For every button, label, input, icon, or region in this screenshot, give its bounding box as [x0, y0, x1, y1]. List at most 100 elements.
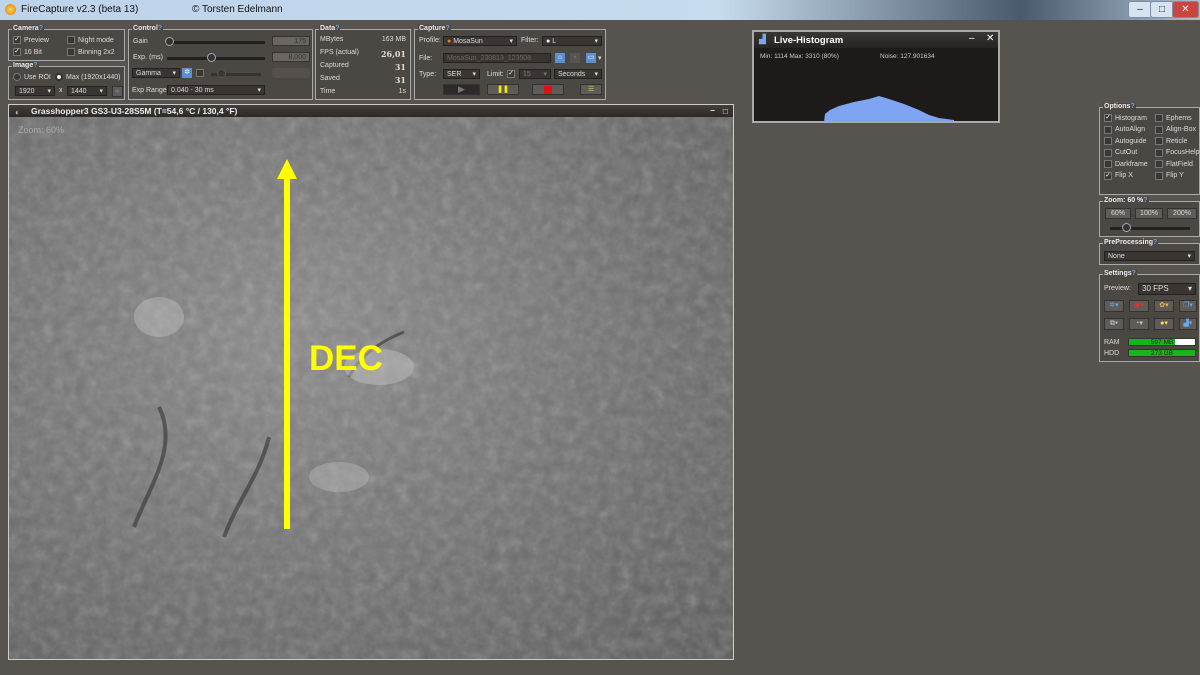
checkbox-icon[interactable]	[1155, 148, 1163, 157]
close-icon[interactable]: ✕	[986, 33, 994, 44]
help-icon[interactable]: ?	[1132, 270, 1136, 277]
help-icon[interactable]: ?	[33, 62, 37, 69]
close-button[interactable]: ✕	[1172, 1, 1199, 18]
info-button[interactable]: ❐▾	[1179, 300, 1197, 312]
option-flip-y-checkbox[interactable]: Flip Y	[1155, 171, 1184, 180]
checkbox-icon[interactable]	[1104, 160, 1112, 168]
trash-icon[interactable]: ▪	[570, 53, 580, 63]
maximize-button[interactable]: □	[1150, 1, 1174, 18]
use-roi-radio[interactable]: Use ROI	[13, 73, 51, 81]
gamma-input[interactable]	[272, 68, 310, 78]
preview-fps-select[interactable]: 30 FPS ▾	[1138, 283, 1196, 295]
gain-slider-handle[interactable]	[165, 37, 174, 46]
help-icon[interactable]: ?	[1143, 197, 1147, 204]
gain-input[interactable]: 175	[272, 36, 310, 46]
minimize-button[interactable]: –	[1128, 1, 1152, 18]
help-icon[interactable]: ?	[39, 25, 43, 32]
stop-button[interactable]	[532, 84, 564, 95]
limit-unit-select[interactable]: Seconds ▾	[554, 69, 602, 79]
checkbox-icon[interactable]	[1155, 171, 1163, 180]
light-button[interactable]: ●▾	[1154, 318, 1174, 330]
checkbox-icon[interactable]	[1104, 125, 1112, 134]
exposure-input[interactable]: 8,000	[272, 52, 310, 62]
preprocessing-select[interactable]: None ▾	[1104, 251, 1195, 261]
option-focushelp-checkbox[interactable]: FocusHelp	[1155, 148, 1199, 157]
folder-icon[interactable]: ▭	[586, 53, 596, 63]
option-autoalign-checkbox[interactable]: AutoAlign	[1104, 125, 1145, 134]
exposure-slider[interactable]	[167, 53, 265, 62]
histogram-button[interactable]: ▟▾	[1179, 318, 1197, 330]
radio-icon[interactable]	[55, 73, 63, 81]
limit-select[interactable]: 15 ▾	[519, 69, 551, 79]
option-autoguide-checkbox[interactable]: Autoguide	[1104, 137, 1147, 145]
help-icon[interactable]: ?	[1130, 103, 1134, 110]
minimize-icon[interactable]: –	[969, 33, 975, 44]
option-flatfield-checkbox[interactable]: FlatField	[1155, 160, 1193, 168]
binning-checkbox[interactable]: Binning 2x2	[67, 48, 115, 56]
help-icon[interactable]: ?	[445, 25, 449, 32]
histogram-titlebar[interactable]: ▟ Live-Histogram – ✕	[754, 32, 998, 48]
radio-icon[interactable]	[13, 73, 21, 81]
zoom-slider-handle[interactable]	[1122, 223, 1131, 232]
file-input[interactable]: MosaSun_230813_123508	[443, 53, 551, 63]
type-select[interactable]: SER ▾	[443, 69, 480, 79]
option-ephems-checkbox[interactable]: Ephems	[1155, 114, 1192, 122]
gauge-button[interactable]: ◔▾	[1129, 318, 1149, 330]
maximize-icon[interactable]: □	[723, 105, 728, 117]
checkbox-icon[interactable]: ✓	[13, 48, 21, 56]
option-flip-x-checkbox[interactable]: ✓ Flip X	[1104, 171, 1133, 180]
checkbox-icon[interactable]	[67, 48, 75, 56]
checkbox-icon[interactable]	[1155, 160, 1163, 168]
checkbox-icon[interactable]	[67, 36, 75, 44]
width-select[interactable]: 1920 ▾	[15, 86, 55, 96]
night-mode-checkbox[interactable]: Night mode	[67, 36, 114, 44]
zoom-200-button[interactable]: 200%	[1167, 208, 1197, 219]
option-cutout-checkbox[interactable]: CutOut	[1104, 148, 1137, 157]
checkbox-icon[interactable]: ✓	[13, 36, 21, 44]
checkbox-icon[interactable]	[1155, 125, 1163, 134]
option-histogram-checkbox[interactable]: ✓ Histogram	[1104, 114, 1147, 122]
gain-slider[interactable]	[165, 37, 265, 46]
checkbox-icon[interactable]: ✓	[1104, 171, 1112, 180]
option-reticle-checkbox[interactable]: Reticle	[1155, 137, 1187, 145]
help-icon[interactable]: ?	[335, 25, 339, 32]
checkbox-icon[interactable]	[1155, 137, 1163, 145]
chevron-down-icon[interactable]: ▾	[598, 54, 602, 62]
home-folder-icon[interactable]: ⌂	[555, 53, 565, 63]
zoom-slider[interactable]	[1110, 223, 1190, 232]
gamma-slider[interactable]	[211, 69, 261, 78]
gamma-checkbox[interactable]	[196, 69, 204, 77]
checkbox-icon[interactable]: ✓	[1104, 114, 1112, 122]
help-icon[interactable]: ?	[1153, 239, 1157, 246]
copy-button[interactable]: ⧉▾	[1104, 318, 1124, 330]
list-menu-button[interactable]: ☰	[580, 84, 602, 95]
option-darkframe-checkbox[interactable]: Darkframe	[1104, 160, 1148, 168]
zoom-100-button[interactable]: 100%	[1135, 208, 1163, 219]
gamma-select[interactable]: Gamma ▾	[132, 68, 180, 78]
exp-range-select[interactable]: 0.040 - 30 ms ▾	[167, 85, 265, 95]
record-settings-button[interactable]: ▣▾	[1129, 300, 1149, 312]
checkbox-icon[interactable]	[1155, 114, 1163, 122]
zoom-60-button[interactable]: 60%	[1105, 208, 1131, 219]
ram-value: 597 MB	[1150, 339, 1174, 346]
preview-checkbox[interactable]: ✓ Preview	[13, 36, 49, 44]
exposure-slider-handle[interactable]	[207, 53, 216, 62]
filter-select[interactable]: ● L ▾	[542, 36, 602, 46]
profile-select[interactable]: ● MosaSun ▾	[443, 36, 517, 46]
play-button[interactable]: ▶	[443, 84, 480, 95]
pause-button[interactable]: ❚❚	[487, 84, 519, 95]
apply-roi-icon[interactable]: ◈	[112, 86, 123, 97]
16bit-checkbox[interactable]: ✓ 16 Bit	[13, 48, 42, 56]
minimize-icon[interactable]: –	[710, 104, 715, 116]
help-icon[interactable]: ?	[158, 25, 162, 32]
max-resolution-radio[interactable]: Max (1920x1440)	[55, 73, 120, 81]
checkbox-icon[interactable]	[1104, 148, 1112, 157]
color-settings-button[interactable]: ✿▾	[1154, 300, 1174, 312]
height-select[interactable]: 1440 ▾	[67, 86, 107, 96]
limit-checkbox[interactable]: ✓	[507, 70, 515, 78]
checkbox-icon[interactable]	[1104, 137, 1112, 145]
gear-icon[interactable]: ✲	[182, 68, 192, 78]
settings-gear-button[interactable]: ✲▾	[1104, 300, 1124, 312]
gamma-slider-handle[interactable]	[217, 69, 226, 78]
option-align-box-checkbox[interactable]: Align-Box	[1155, 125, 1196, 134]
